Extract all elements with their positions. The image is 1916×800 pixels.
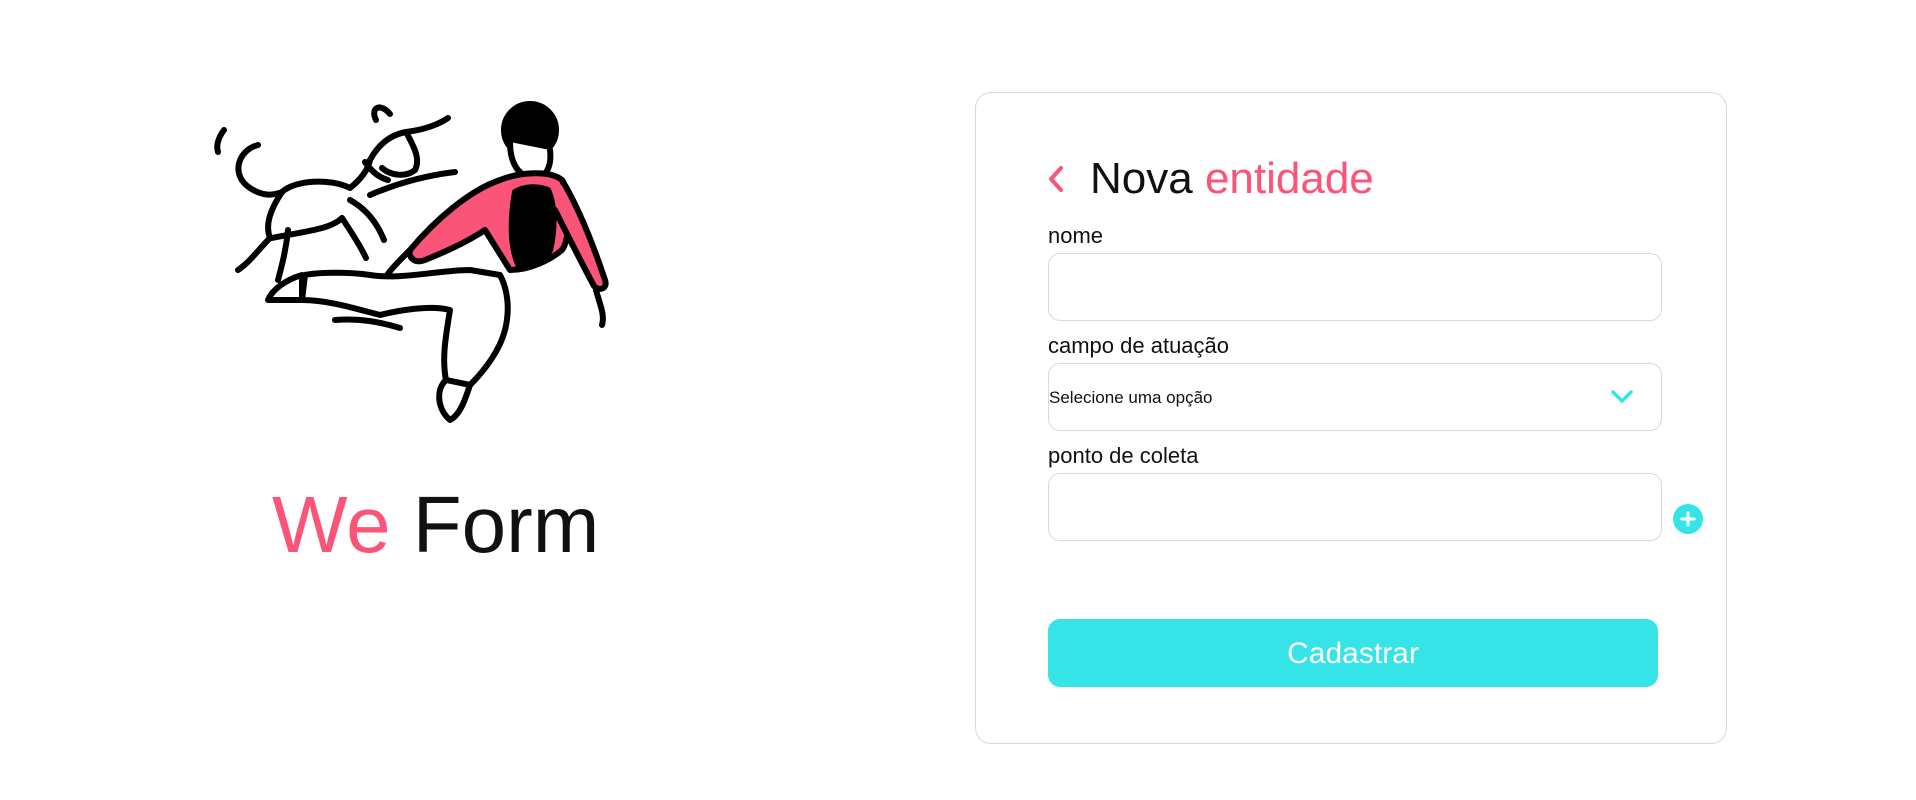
hero-illustration: [214, 101, 609, 423]
chevron-left-icon: [1049, 166, 1063, 192]
title-part-1: Nova: [1090, 154, 1193, 203]
page-title: Nova entidade: [1090, 157, 1374, 201]
submit-button[interactable]: Cadastrar: [1048, 619, 1658, 687]
field-of-activity-label: campo de atuação: [1048, 333, 1230, 358]
page: We Form Nova entidade nome campo de atua…: [0, 0, 1916, 800]
brand-rest: Form: [412, 480, 600, 569]
collection-point-label: ponto de coleta: [1048, 443, 1199, 468]
add-collection-point-button[interactable]: [1673, 504, 1703, 534]
select-value: Selecione uma opção: [1049, 387, 1213, 407]
back-button[interactable]: [1046, 159, 1074, 199]
title-part-2: entidade: [1204, 154, 1374, 203]
name-input[interactable]: [1049, 254, 1661, 320]
form-header: Nova entidade: [1046, 151, 1374, 207]
collection-point-input[interactable]: [1049, 474, 1661, 540]
name-field-wrapper: [1048, 253, 1662, 321]
name-label: nome: [1048, 223, 1104, 248]
brand-accent: We: [272, 480, 391, 569]
form-card: Nova entidade nome campo de atuação Sele…: [975, 92, 1727, 744]
collection-point-field-wrapper: [1048, 473, 1662, 541]
chevron-down-icon: [1609, 384, 1635, 410]
brand-logo-text: We Form: [272, 485, 599, 565]
person-drawing: [265, 101, 609, 423]
field-of-activity-select[interactable]: Selecione uma opção: [1048, 363, 1662, 431]
plus-icon: [1680, 511, 1696, 527]
hero-section: We Form: [200, 100, 680, 580]
